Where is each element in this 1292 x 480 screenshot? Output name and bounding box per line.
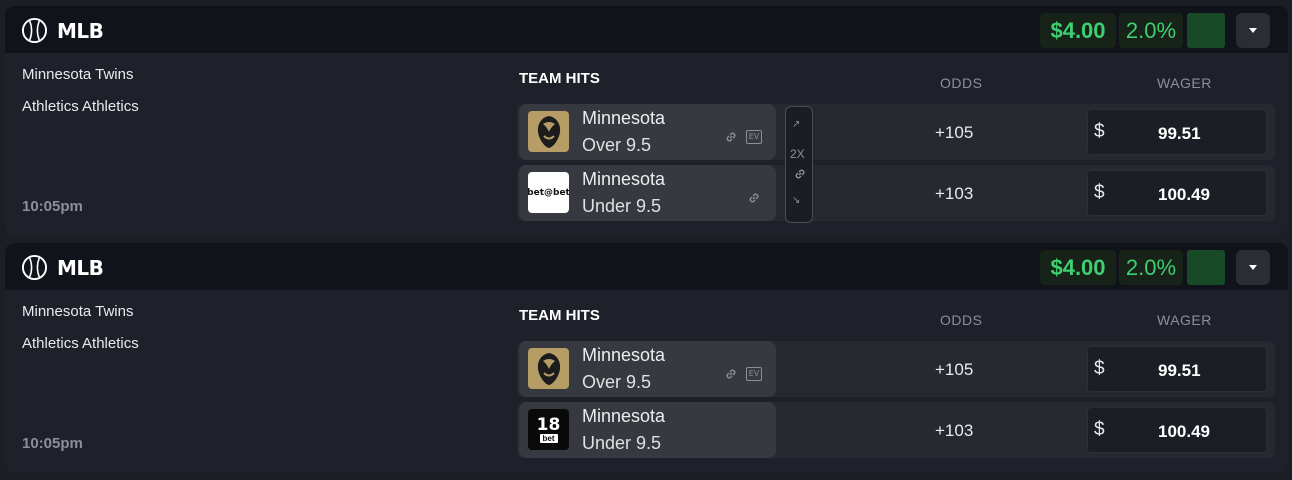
odds-header: ODDS bbox=[940, 312, 983, 328]
league-label-group: MLB bbox=[21, 17, 104, 44]
odds-value: +105 bbox=[935, 123, 974, 142]
expand-dropdown-button[interactable] bbox=[1236, 13, 1270, 48]
leg-connector[interactable]: ↗ 2X ↘ bbox=[785, 106, 813, 223]
ev-icon[interactable]: EV bbox=[746, 130, 762, 144]
wager-input[interactable]: $ 99.51 bbox=[1087, 109, 1267, 155]
selection-line: Under 9.5 bbox=[582, 196, 662, 216]
away-team: Athletics Athletics bbox=[22, 335, 139, 352]
selection-line: Over 9.5 bbox=[582, 135, 652, 155]
profit-percent: 2.0% bbox=[1119, 13, 1183, 48]
wager-amount: 99.51 bbox=[1158, 124, 1201, 143]
away-team: Athletics Athletics bbox=[22, 98, 139, 115]
wager-header: WAGER bbox=[1157, 75, 1212, 91]
wager-amount: 100.49 bbox=[1158, 185, 1210, 204]
currency-symbol: $ bbox=[1094, 358, 1105, 379]
league-label-group: MLB bbox=[21, 254, 104, 281]
profit-amount: $4.00 bbox=[1040, 250, 1116, 285]
wager-amount: 99.51 bbox=[1158, 361, 1201, 380]
bet-selection-chip[interactable]: bet@bet Minnesota Under 9.5 bbox=[519, 165, 776, 221]
league-name: MLB bbox=[57, 255, 104, 280]
card-body: Minnesota Twins Athletics Athletics 10:0… bbox=[5, 53, 1288, 236]
selection-team: Minnesota bbox=[582, 406, 666, 426]
ev-icon[interactable]: EV bbox=[746, 367, 762, 381]
selection-line: Over 9.5 bbox=[582, 372, 652, 392]
multiplier-label: 2X bbox=[790, 147, 805, 161]
profit-percent: 2.0% bbox=[1119, 250, 1183, 285]
expand-dropdown-button[interactable] bbox=[1236, 250, 1270, 285]
card-body: Minnesota Twins Athletics Athletics 10:0… bbox=[5, 290, 1288, 473]
odds-value: +103 bbox=[935, 421, 974, 440]
currency-symbol: $ bbox=[1094, 121, 1105, 142]
market-title: TEAM HITS bbox=[519, 307, 600, 324]
card-header: MLB $4.00 2.0% bbox=[5, 243, 1288, 290]
baseball-icon bbox=[21, 17, 48, 44]
currency-symbol: $ bbox=[1094, 419, 1105, 440]
selection-team: Minnesota bbox=[582, 345, 666, 365]
bet-selection-chip[interactable]: 18 bet Minnesota Under 9.5 bbox=[519, 402, 776, 458]
arrow-up-left-icon: ↗ bbox=[792, 119, 801, 130]
wager-input[interactable]: $ 100.49 bbox=[1087, 407, 1267, 453]
arrow-down-right-icon: ↘ bbox=[792, 195, 801, 206]
market-title: TEAM HITS bbox=[519, 70, 600, 87]
status-indicator[interactable] bbox=[1187, 13, 1225, 48]
home-team: Minnesota Twins bbox=[22, 303, 134, 320]
home-team: Minnesota Twins bbox=[22, 66, 134, 83]
game-time: 10:05pm bbox=[22, 198, 83, 215]
selection-line: Under 9.5 bbox=[582, 433, 662, 453]
selection-team: Minnesota bbox=[582, 108, 666, 128]
odds-header: ODDS bbox=[940, 75, 983, 91]
link-icon[interactable] bbox=[724, 367, 738, 381]
caret-down-icon bbox=[1249, 265, 1257, 270]
wager-input[interactable]: $ 100.49 bbox=[1087, 170, 1267, 216]
arb-card: MLB $4.00 2.0% Minnesota Twins Athletics… bbox=[5, 243, 1288, 473]
link-icon[interactable] bbox=[747, 191, 761, 205]
wager-header: WAGER bbox=[1157, 312, 1212, 328]
game-time: 10:05pm bbox=[22, 435, 83, 452]
bet-selection-chip[interactable]: Minnesota Over 9.5 EV bbox=[519, 341, 776, 397]
baseball-icon bbox=[21, 254, 48, 281]
selection-team: Minnesota bbox=[582, 169, 666, 189]
arb-card: MLB $4.00 2.0% Minnesota Twins Athletics… bbox=[5, 6, 1288, 236]
link-icon bbox=[795, 169, 805, 179]
odds-value: +105 bbox=[935, 360, 974, 379]
currency-symbol: $ bbox=[1094, 182, 1105, 203]
odds-value: +103 bbox=[935, 184, 974, 203]
league-name: MLB bbox=[57, 18, 104, 43]
caret-down-icon bbox=[1249, 28, 1257, 33]
wager-amount: 100.49 bbox=[1158, 422, 1210, 441]
status-indicator[interactable] bbox=[1187, 250, 1225, 285]
betatbet-logo-icon: bet@bet bbox=[528, 172, 569, 213]
page: MLB $4.00 2.0% Minnesota Twins Athletics… bbox=[0, 0, 1292, 480]
profit-amount: $4.00 bbox=[1040, 13, 1116, 48]
bet-selection-chip[interactable]: Minnesota Over 9.5 EV bbox=[519, 104, 776, 160]
lion-logo-icon bbox=[528, 111, 569, 152]
link-icon[interactable] bbox=[724, 130, 738, 144]
wager-input[interactable]: $ 99.51 bbox=[1087, 346, 1267, 392]
card-header: MLB $4.00 2.0% bbox=[5, 6, 1288, 53]
lion-logo-icon bbox=[528, 348, 569, 389]
18bet-logo-icon: 18 bet bbox=[528, 409, 569, 450]
